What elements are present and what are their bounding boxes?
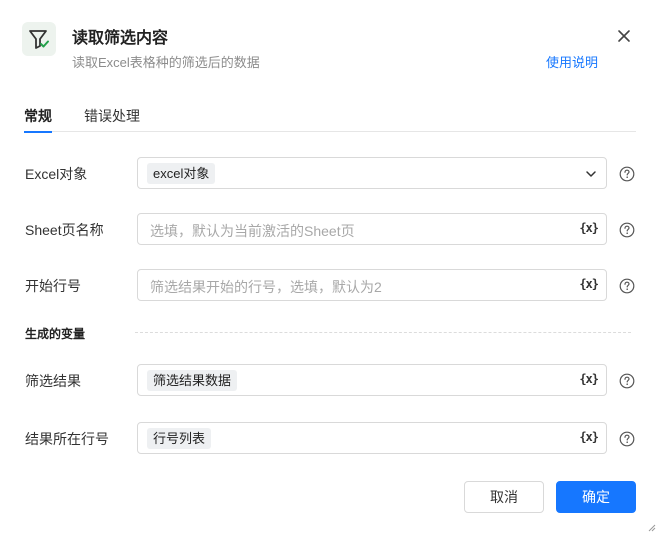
filter-result-input[interactable]: 筛选结果数据 {x} [137,364,607,396]
help-circle-icon[interactable] [619,166,635,182]
help-circle-icon[interactable] [619,431,635,447]
help-circle-icon[interactable] [619,373,635,389]
sheet-name-label: Sheet页名称 [25,222,104,238]
cancel-button[interactable]: 取消 [464,481,544,513]
tab-bar: 常规 错误处理 [24,106,636,133]
read-filter-content-dialog: 读取筛选内容 读取Excel表格种的筛选后的数据 使用说明 常规 错误处理 Ex… [0,0,660,537]
filter-result-label: 筛选结果 [25,373,81,389]
resize-grip-icon[interactable] [646,522,656,532]
help-link[interactable]: 使用说明 [546,52,598,71]
dialog-subtitle: 读取Excel表格种的筛选后的数据 [72,55,260,70]
variable-icon[interactable]: {x} [579,221,599,235]
result-row-tag: 行号列表 [147,428,212,449]
dialog-title: 读取筛选内容 [72,30,169,47]
help-circle-icon[interactable] [619,278,635,294]
excel-object-label: Excel对象 [25,166,88,182]
result-row-label: 结果所在行号 [25,431,109,447]
close-icon [618,30,630,42]
output-variables-heading: 生成的变量 [25,327,86,341]
excel-object-tag: excel对象 [147,163,216,184]
filter-icon [22,22,56,56]
sheet-name-placeholder: 选填，默认为当前激活的Sheet页 [150,223,355,239]
start-row-label: 开始行号 [25,278,81,294]
variable-icon[interactable]: {x} [579,430,599,444]
start-row-input[interactable]: 筛选结果开始的行号，选填，默认为2 {x} [137,269,607,301]
tab-error-handling[interactable]: 错误处理 [84,106,140,132]
tab-general[interactable]: 常规 [24,106,52,133]
excel-object-select[interactable]: excel对象 [137,157,607,189]
start-row-placeholder: 筛选结果开始的行号，选填，默认为2 [150,279,382,295]
confirm-button[interactable]: 确定 [556,481,636,513]
section-divider [135,332,631,333]
result-row-input[interactable]: 行号列表 {x} [137,422,607,454]
variable-icon[interactable]: {x} [579,372,599,386]
help-circle-icon[interactable] [619,222,635,238]
sheet-name-input[interactable]: 选填，默认为当前激活的Sheet页 {x} [137,213,607,245]
filter-result-tag: 筛选结果数据 [147,370,238,391]
chevron-down-icon [586,171,596,177]
close-button[interactable] [614,26,634,46]
variable-icon[interactable]: {x} [579,277,599,291]
